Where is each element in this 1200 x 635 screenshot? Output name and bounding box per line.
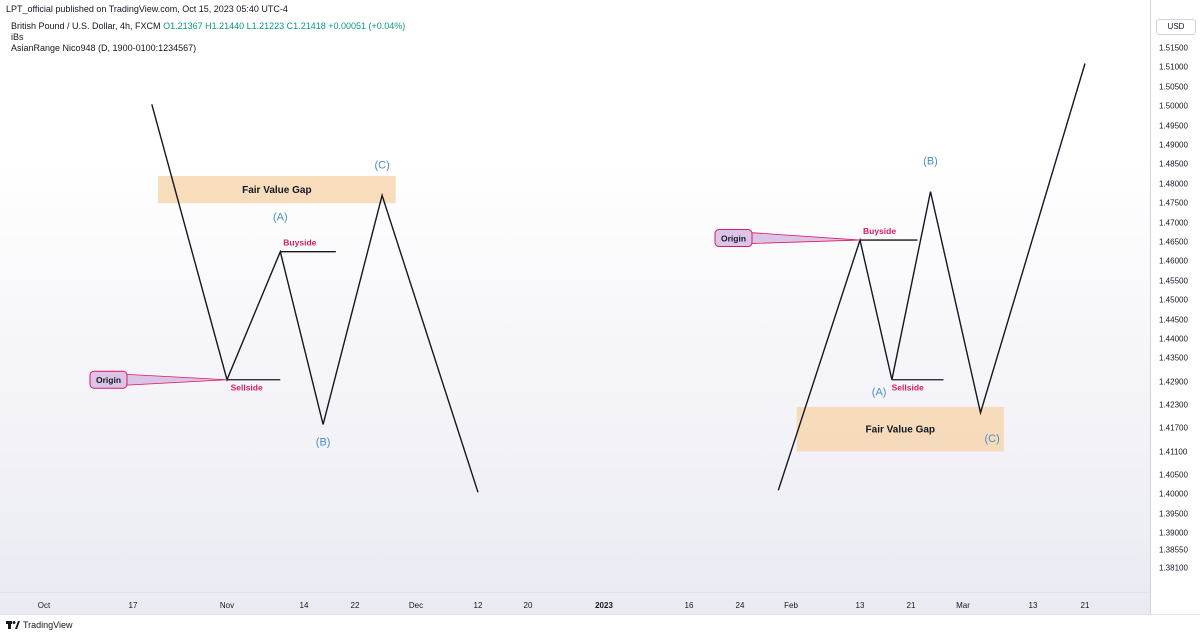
origin-callout-label-left: Origin — [96, 375, 121, 385]
time-tick-label: 21 — [1080, 601, 1090, 610]
price-tick-label: 1.38550 — [1159, 545, 1188, 555]
time-tick-label: 20 — [523, 601, 533, 610]
time-tick-label: 14 — [299, 601, 309, 610]
origin-pointer-left — [124, 373, 228, 386]
buyside-label-right: Buyside — [863, 226, 896, 236]
time-tick-label: Nov — [219, 601, 235, 610]
time-tick-label: 2023 — [595, 601, 613, 610]
wave-label-c-right: (C) — [985, 433, 1000, 445]
wave-label-c-left: (C) — [374, 159, 389, 171]
price-tick-label: 1.51000 — [1159, 62, 1188, 72]
time-tick-label: 21 — [906, 601, 916, 610]
footer: TradingView — [0, 614, 1200, 635]
price-tick-label: 1.39500 — [1159, 509, 1188, 519]
price-tick-label: 1.41100 — [1159, 447, 1188, 457]
time-tick-label: 22 — [350, 601, 360, 610]
time-axis[interactable]: Oct 17 Nov 14 22 Dec 12 20 2023 16 24 Feb 13 21 Mar 13 2… — [0, 592, 1150, 615]
time-tick-label: 16 — [684, 601, 694, 610]
fair-value-gap-label-right: Fair Value Gap — [866, 425, 935, 436]
buyside-label-left: Buyside — [283, 238, 316, 248]
tradingview-brand[interactable]: TradingView — [6, 615, 73, 635]
price-tick-label: 1.40500 — [1159, 470, 1188, 480]
time-tick-label: Mar — [956, 601, 970, 610]
price-tick-label: 1.44000 — [1159, 334, 1188, 344]
price-tick-label: 1.48000 — [1159, 179, 1188, 189]
time-tick-label: Oct — [37, 601, 51, 610]
time-tick-label: 17 — [128, 601, 138, 610]
time-tick-label: 13 — [855, 601, 865, 610]
price-axis[interactable]: 1.51500 1.51000 1.50500 1.50000 1.49500 1.490… — [1150, 0, 1200, 614]
wave-label-b-left: (B) — [316, 437, 331, 449]
wave-label-b-right: (B) — [923, 155, 938, 167]
wave-label-a-left: (A) — [273, 212, 288, 224]
origin-callout-label-right: Origin — [721, 233, 746, 243]
price-tick-label: 1.47000 — [1159, 218, 1188, 228]
price-tick-label: 1.46000 — [1159, 256, 1188, 266]
chart-window: LPT_official published on TradingView.co… — [0, 0, 1200, 635]
time-tick-label: 13 — [1028, 601, 1038, 610]
price-tick-label: 1.45500 — [1159, 276, 1188, 286]
time-tick-label: 24 — [735, 601, 745, 610]
sellside-label-left: Sellside — [231, 383, 263, 393]
price-tick-label: 1.48500 — [1159, 159, 1188, 169]
price-tick-label: 1.50000 — [1159, 101, 1188, 111]
price-tick-label: 1.42300 — [1159, 400, 1188, 410]
wave-label-a-right: (A) — [872, 386, 887, 398]
chart-plot-area[interactable]: Fair Value Gap Buyside Sellside (A) (B) (C) Or… — [0, 0, 1150, 592]
price-tick-label: 1.39000 — [1159, 528, 1188, 538]
price-tick-label: 1.40000 — [1159, 489, 1188, 499]
price-swing-line-left[interactable] — [151, 104, 479, 493]
price-tick-label: 1.49500 — [1159, 121, 1188, 131]
currency-button[interactable]: USD — [1156, 19, 1196, 35]
fair-value-gap-label-left: Fair Value Gap — [242, 185, 311, 196]
price-tick-label: 1.43500 — [1159, 353, 1188, 363]
price-tick-label: 1.41700 — [1159, 423, 1188, 433]
price-tick-label: 1.45000 — [1159, 295, 1188, 305]
time-tick-label: Dec — [408, 601, 424, 610]
price-tick-label: 1.47500 — [1159, 198, 1188, 208]
price-tick-label: 1.49000 — [1159, 140, 1188, 150]
price-tick-label: 1.46500 — [1159, 237, 1188, 247]
sellside-label-right: Sellside — [892, 383, 924, 393]
tradingview-logo-icon — [6, 621, 20, 629]
price-tick-label: 1.42900 — [1159, 377, 1188, 387]
price-tick-label: 1.38100 — [1159, 563, 1188, 573]
brand-label: TradingView — [23, 620, 73, 630]
time-tick-label: 12 — [473, 601, 483, 610]
price-tick-label: 1.44500 — [1159, 315, 1188, 325]
origin-pointer-right — [749, 232, 861, 244]
price-tick-label: 1.50500 — [1159, 82, 1188, 92]
time-tick-label: Feb — [784, 601, 798, 610]
price-tick-label: 1.51500 — [1159, 43, 1188, 53]
